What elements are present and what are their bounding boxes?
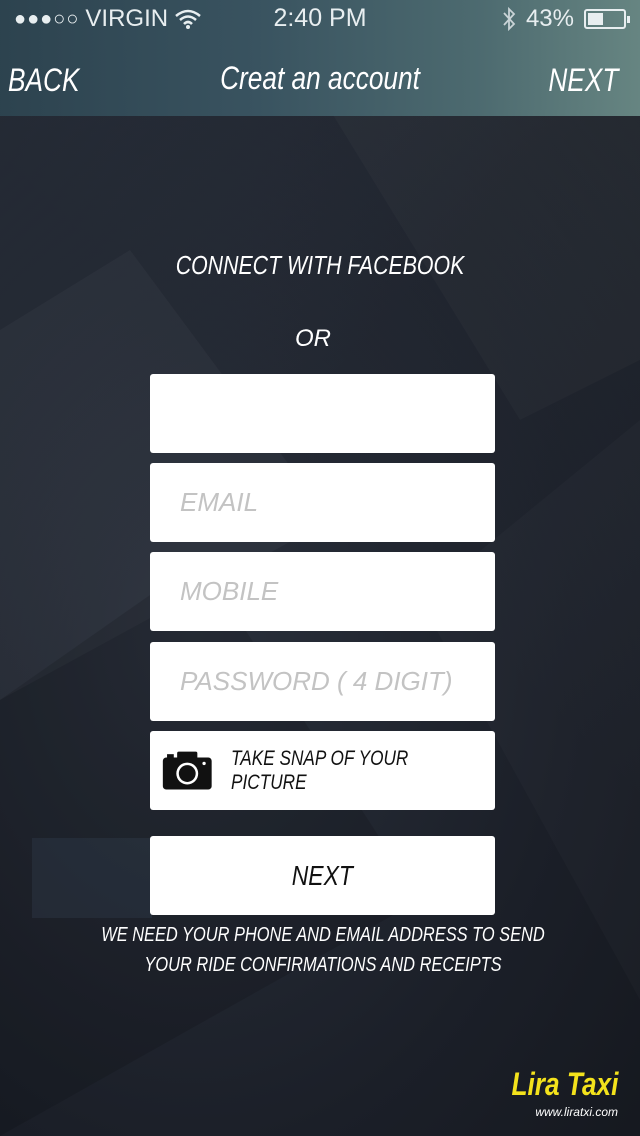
info-note-line2: YOUR RIDE CONFIRMATIONS AND RECEIPTS	[144, 954, 502, 976]
status-bar: ●●●○○ VIRGIN 2:40 PM 43%	[0, 0, 640, 38]
brand-url: www.liratxi.com	[535, 1105, 618, 1119]
mobile-field[interactable]	[150, 552, 495, 631]
info-note-line1: WE NEED YOUR PHONE AND EMAIL ADDRESS TO …	[101, 924, 545, 946]
battery-fill	[588, 13, 603, 25]
bluetooth-icon	[503, 6, 516, 32]
name-field[interactable]	[150, 374, 495, 453]
camera-icon	[162, 751, 212, 790]
battery-icon	[584, 9, 630, 29]
take-picture-label: TAKE SNAP OF YOUR PICTURE	[230, 746, 408, 794]
brand-logo: Lira Taxi www.liratxi.com	[488, 1066, 618, 1119]
page-title: Creat an account	[220, 60, 420, 96]
email-field[interactable]	[150, 463, 495, 542]
battery-percent: 43%	[525, 5, 574, 32]
next-button-label: NEXT	[291, 859, 354, 891]
status-right: 43%	[502, 5, 630, 33]
next-nav-button[interactable]: NEXT	[548, 62, 618, 99]
password-field[interactable]	[150, 642, 495, 721]
take-picture-button[interactable]: TAKE SNAP OF YOUR PICTURE	[150, 731, 495, 810]
brand-name: Lira Taxi	[511, 1066, 618, 1102]
connect-facebook-link[interactable]: CONNECT WITH FACEBOOK	[58, 250, 583, 281]
info-note: WE NEED YOUR PHONE AND EMAIL ADDRESS TO …	[58, 920, 588, 980]
next-button[interactable]: NEXT	[150, 836, 495, 915]
or-divider: OR	[295, 325, 331, 352]
